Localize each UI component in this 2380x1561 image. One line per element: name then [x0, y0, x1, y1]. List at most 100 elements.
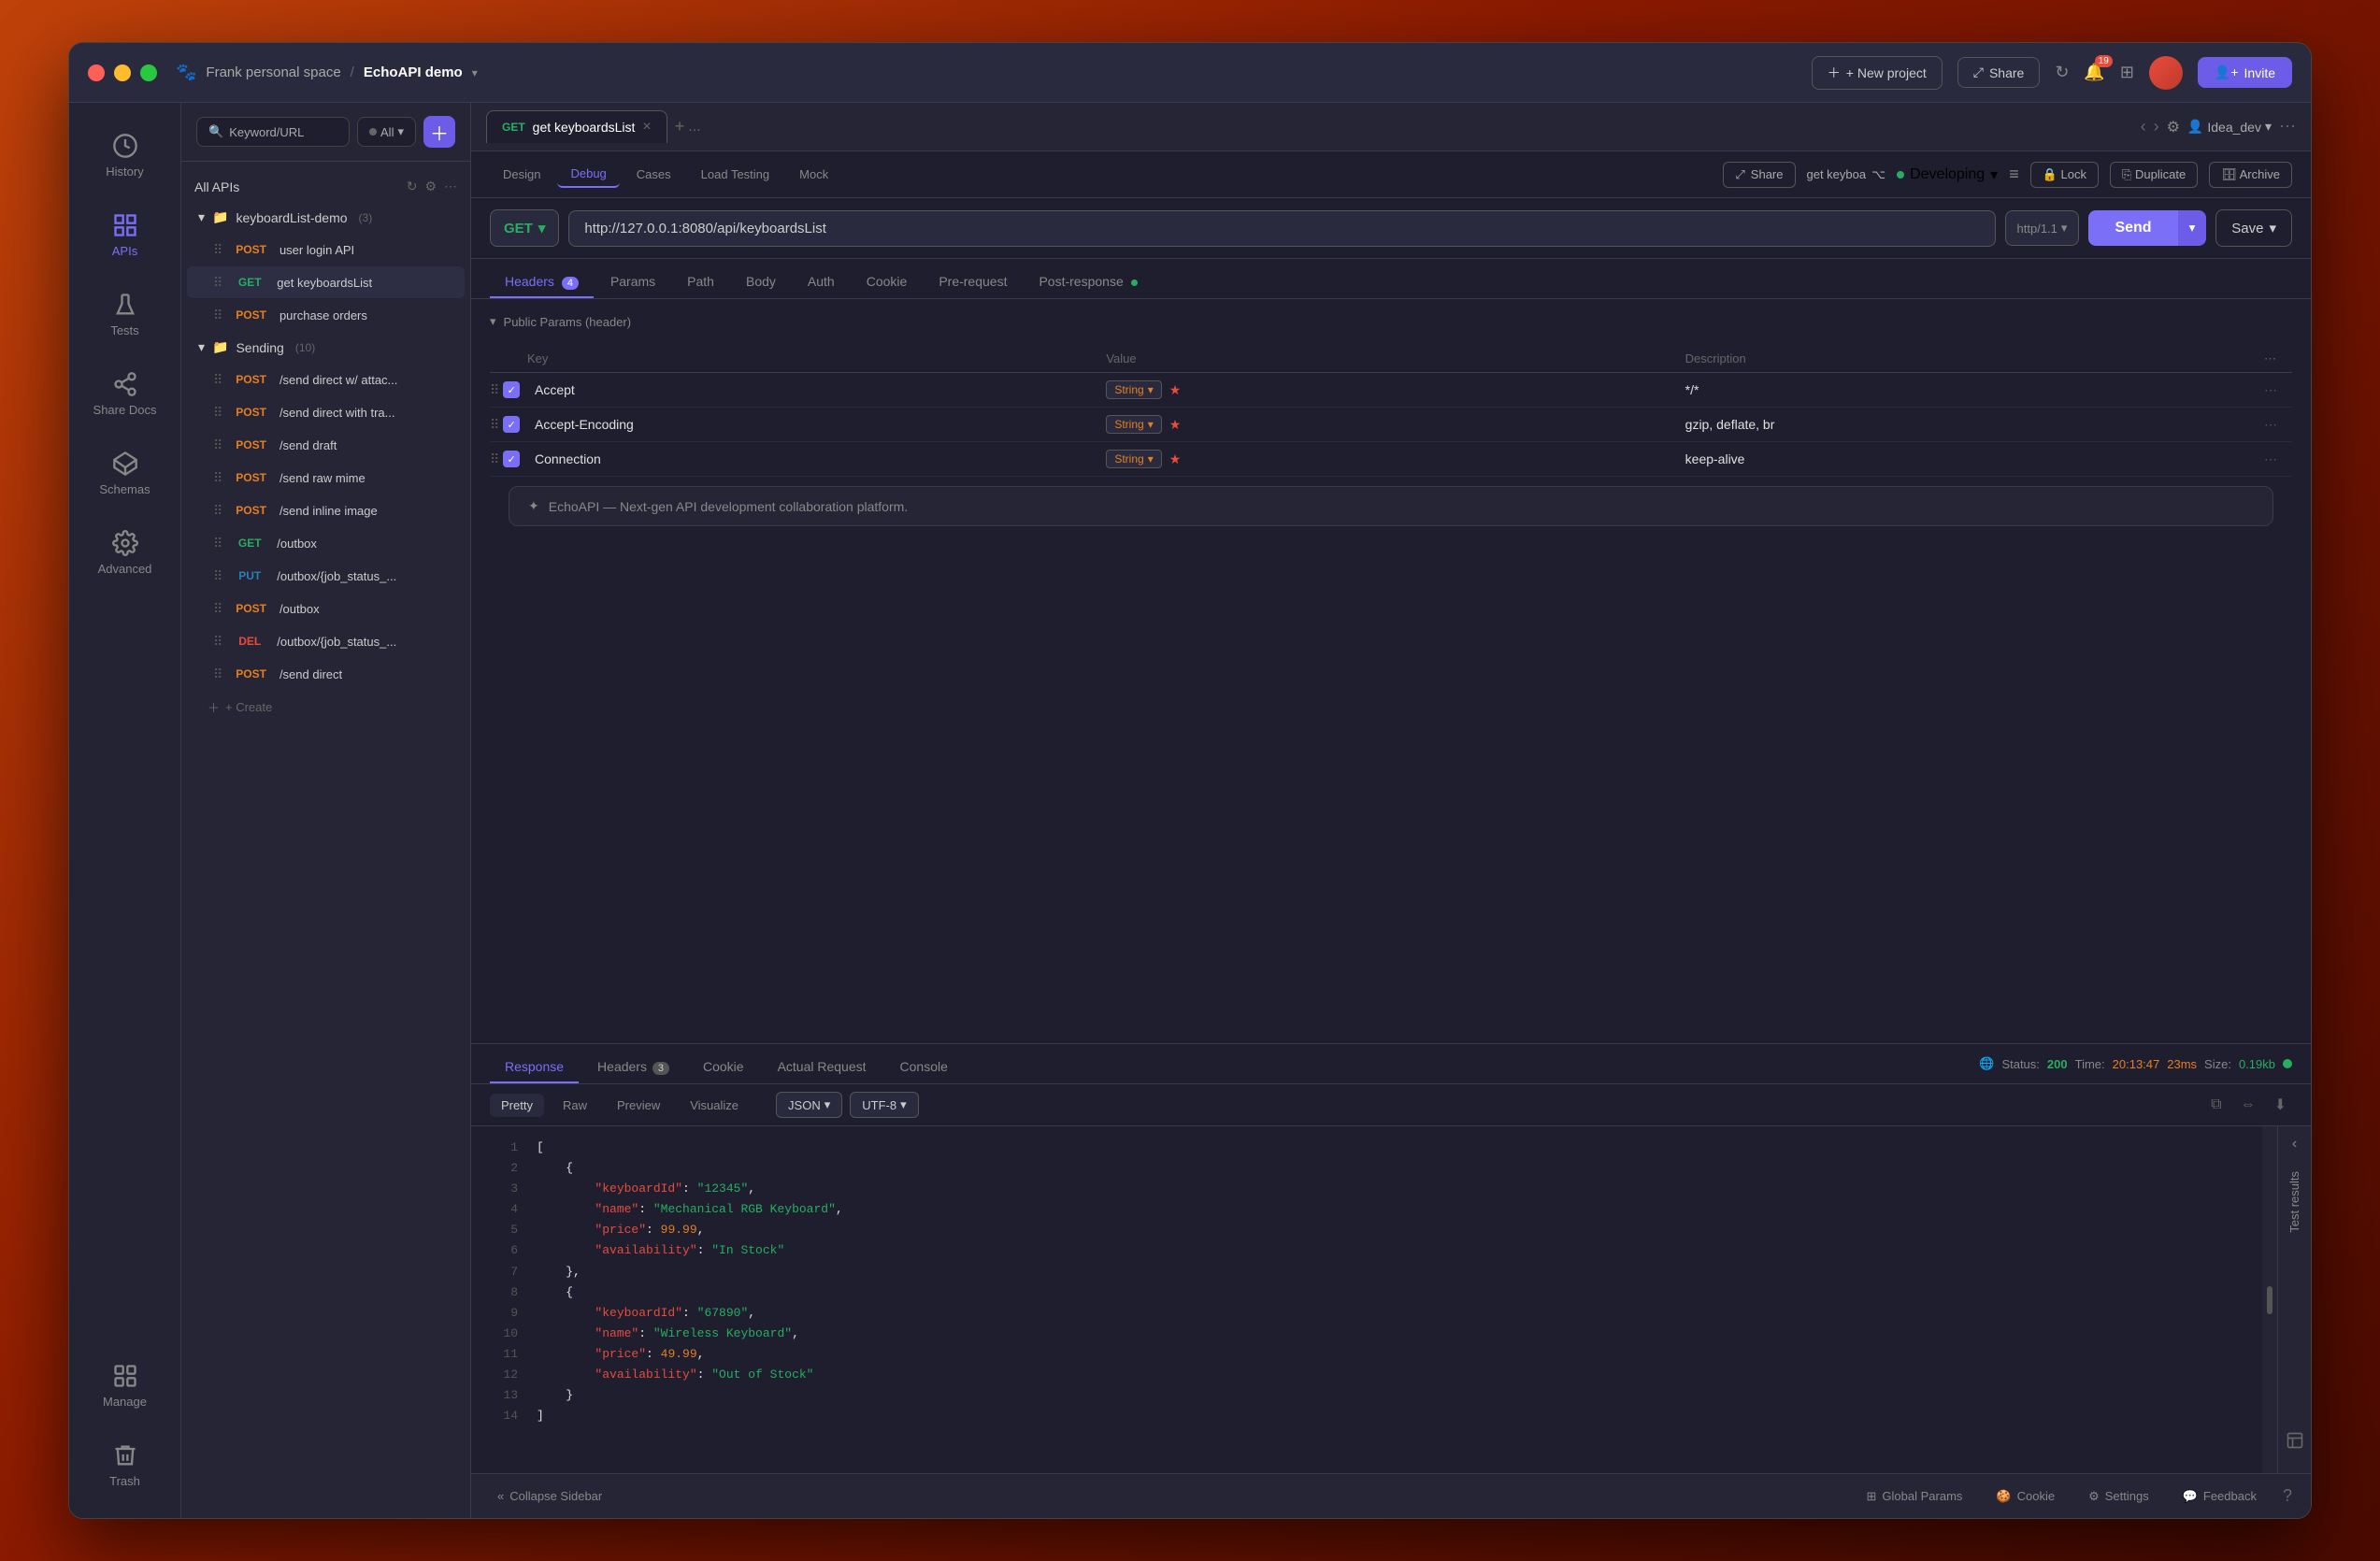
format-tab-raw[interactable]: Raw [552, 1094, 598, 1117]
api-item-keyboards-list[interactable]: ⠿ GET get keyboardsList [187, 266, 465, 298]
api-item-outbox-del[interactable]: ⠿ DEL /outbox/{job_status_... [187, 625, 465, 657]
param-tab-path[interactable]: Path [672, 266, 729, 298]
tab-debug[interactable]: Debug [557, 161, 619, 188]
row-checkbox[interactable]: ✓ [503, 451, 520, 467]
archive-button[interactable]: 🗄 Archive [2209, 162, 2292, 188]
all-apis-header[interactable]: All APIs ↻ ⚙ ⋯ [181, 171, 470, 202]
tab-design[interactable]: Design [490, 162, 553, 187]
api-item-send-inline[interactable]: ⠿ POST /send inline image [187, 494, 465, 526]
developing-badge[interactable]: Developing ▾ [1897, 165, 1998, 184]
sidebar-item-trash[interactable]: Trash [69, 1427, 180, 1503]
wrap-button[interactable]: ⇔ [2235, 1092, 2261, 1118]
close-button[interactable] [88, 64, 105, 81]
api-item-outbox-post[interactable]: ⠿ POST /outbox [187, 593, 465, 624]
resp-tab-response[interactable]: Response [490, 1052, 579, 1083]
keyboard-folder[interactable]: ▾ 📁 keyboardList-demo (3) [181, 202, 470, 233]
invite-button[interactable]: 👤+ Invite [2198, 57, 2292, 88]
global-params-button[interactable]: ⊞ Global Params [1859, 1485, 1971, 1508]
api-item-user-login[interactable]: ⠿ POST user login API [187, 234, 465, 265]
chevron-left-icon[interactable]: ‹ [2292, 1136, 2297, 1153]
env-selector[interactable]: 👤 Idea_dev ▾ [2187, 119, 2272, 135]
download-button[interactable]: ⬇ [2269, 1092, 2292, 1118]
sidebar-item-apis[interactable]: APIs [69, 197, 180, 273]
row-checkbox[interactable]: ✓ [503, 416, 520, 433]
row-checkbox[interactable]: ✓ [503, 381, 520, 398]
encoding-selector[interactable]: UTF-8 ▾ [850, 1092, 918, 1118]
tab-more-button[interactable]: ... [688, 119, 700, 136]
maximize-button[interactable] [140, 64, 157, 81]
copy-button[interactable]: ⧉ [2205, 1092, 2227, 1118]
format-tab-visualize[interactable]: Visualize [679, 1094, 750, 1117]
resp-tab-cookie[interactable]: Cookie [688, 1052, 759, 1083]
lock-button[interactable]: 🔒 Lock [2030, 162, 2099, 188]
tab-cases[interactable]: Cases [624, 162, 684, 187]
vertical-scrollbar[interactable] [2262, 1126, 2277, 1473]
api-item-send-direct-tra[interactable]: ⠿ POST /send direct with tra... [187, 396, 465, 428]
search-box[interactable]: 🔍 Keyword/URL [196, 117, 350, 147]
sidebar-item-schemas[interactable]: Schemas [69, 436, 180, 511]
api-item-send-raw-mime[interactable]: ⠿ POST /send raw mime [187, 462, 465, 494]
chevron-right-icon[interactable]: › [2154, 117, 2159, 136]
row-more[interactable]: ⋯ [2264, 451, 2292, 467]
param-tab-pre-request[interactable]: Pre-request [924, 266, 1022, 298]
tab-keyboards-list[interactable]: GET get keyboardsList × [486, 110, 667, 143]
share-docs-button[interactable]: ⤢ Share [1723, 162, 1795, 188]
help-icon[interactable]: ? [2283, 1486, 2292, 1506]
create-button[interactable]: ＋ + Create [181, 691, 470, 723]
send-dropdown-button[interactable]: ▾ [2178, 210, 2207, 246]
sidebar-item-manage[interactable]: Manage [69, 1348, 180, 1424]
notification-bell[interactable]: 🔔 19 [2084, 63, 2104, 82]
refresh-icon[interactable]: ↻ [2055, 63, 2069, 82]
filter-pill[interactable]: All ▾ [357, 117, 416, 147]
param-tab-post-response[interactable]: Post-response [1024, 266, 1152, 298]
list-icon[interactable]: ≡ [2009, 165, 2019, 184]
more-options-icon[interactable]: ⋯ [2279, 117, 2296, 136]
sending-folder[interactable]: ▾ 📁 Sending (10) [181, 332, 470, 363]
type-pill[interactable]: String ▾ [1106, 415, 1161, 434]
api-item-purchase-orders[interactable]: ⠿ POST purchase orders [187, 299, 465, 331]
api-item-outbox-put[interactable]: ⠿ PUT /outbox/{job_status_... [187, 560, 465, 592]
collapse-sidebar-button[interactable]: « Collapse Sidebar [490, 1485, 609, 1507]
resp-tab-console[interactable]: Console [885, 1052, 963, 1083]
api-item-send-direct[interactable]: ⠿ POST /send direct [187, 658, 465, 690]
avatar[interactable] [2149, 56, 2183, 90]
format-tab-pretty[interactable]: Pretty [490, 1094, 544, 1117]
row-more[interactable]: ⋯ [2264, 417, 2292, 433]
api-item-send-direct-attach[interactable]: ⠿ POST /send direct w/ attac... [187, 364, 465, 395]
param-tab-params[interactable]: Params [595, 266, 670, 298]
param-tab-headers[interactable]: Headers 4 [490, 266, 594, 298]
resp-tab-headers[interactable]: Headers 3 [582, 1052, 684, 1083]
cookie-button[interactable]: 🍪 Cookie [1988, 1485, 2062, 1508]
method-selector[interactable]: GET ▾ [490, 209, 559, 247]
test-results-label[interactable]: Test results [2287, 1171, 2301, 1233]
more-icon[interactable]: ⋯ [444, 179, 457, 194]
type-pill[interactable]: String ▾ [1106, 450, 1161, 468]
feedback-button[interactable]: 💬 Feedback [2175, 1485, 2264, 1508]
tab-mock[interactable]: Mock [786, 162, 841, 187]
public-params-toggle[interactable]: ▾ Public Params (header) [490, 308, 2292, 335]
param-tab-cookie[interactable]: Cookie [852, 266, 923, 298]
project-dropdown-arrow[interactable]: ▾ [472, 66, 478, 79]
api-item-send-draft[interactable]: ⠿ POST /send draft [187, 429, 465, 461]
tab-plus-button[interactable]: + [675, 117, 685, 136]
sidebar-item-history[interactable]: History [69, 118, 180, 193]
sidebar-item-share-docs[interactable]: Share Docs [69, 356, 180, 432]
resp-tab-actual-request[interactable]: Actual Request [763, 1052, 882, 1083]
param-tab-auth[interactable]: Auth [793, 266, 850, 298]
new-project-button[interactable]: ＋ + New project [1812, 56, 1943, 90]
row-more[interactable]: ⋯ [2264, 382, 2292, 398]
grid-icon[interactable]: ⊞ [2120, 63, 2134, 82]
duplicate-button[interactable]: ⎘ Duplicate [2110, 162, 2198, 188]
layout-icon[interactable] [2286, 1431, 2304, 1454]
tab-close-icon[interactable]: × [642, 119, 651, 136]
send-button[interactable]: Send [2088, 210, 2177, 246]
share-button[interactable]: ⤢ Share [1957, 57, 2041, 88]
add-api-button[interactable]: ＋ [423, 116, 455, 148]
save-button[interactable]: Save ▾ [2215, 209, 2292, 247]
gear-icon[interactable]: ⚙ [2167, 118, 2180, 136]
refresh-icon[interactable]: ↻ [407, 179, 418, 194]
tab-load-testing[interactable]: Load Testing [688, 162, 783, 187]
protocol-selector[interactable]: http/1.1 ▾ [2005, 210, 2080, 246]
sidebar-item-tests[interactable]: Tests [69, 277, 180, 352]
minimize-button[interactable] [114, 64, 131, 81]
